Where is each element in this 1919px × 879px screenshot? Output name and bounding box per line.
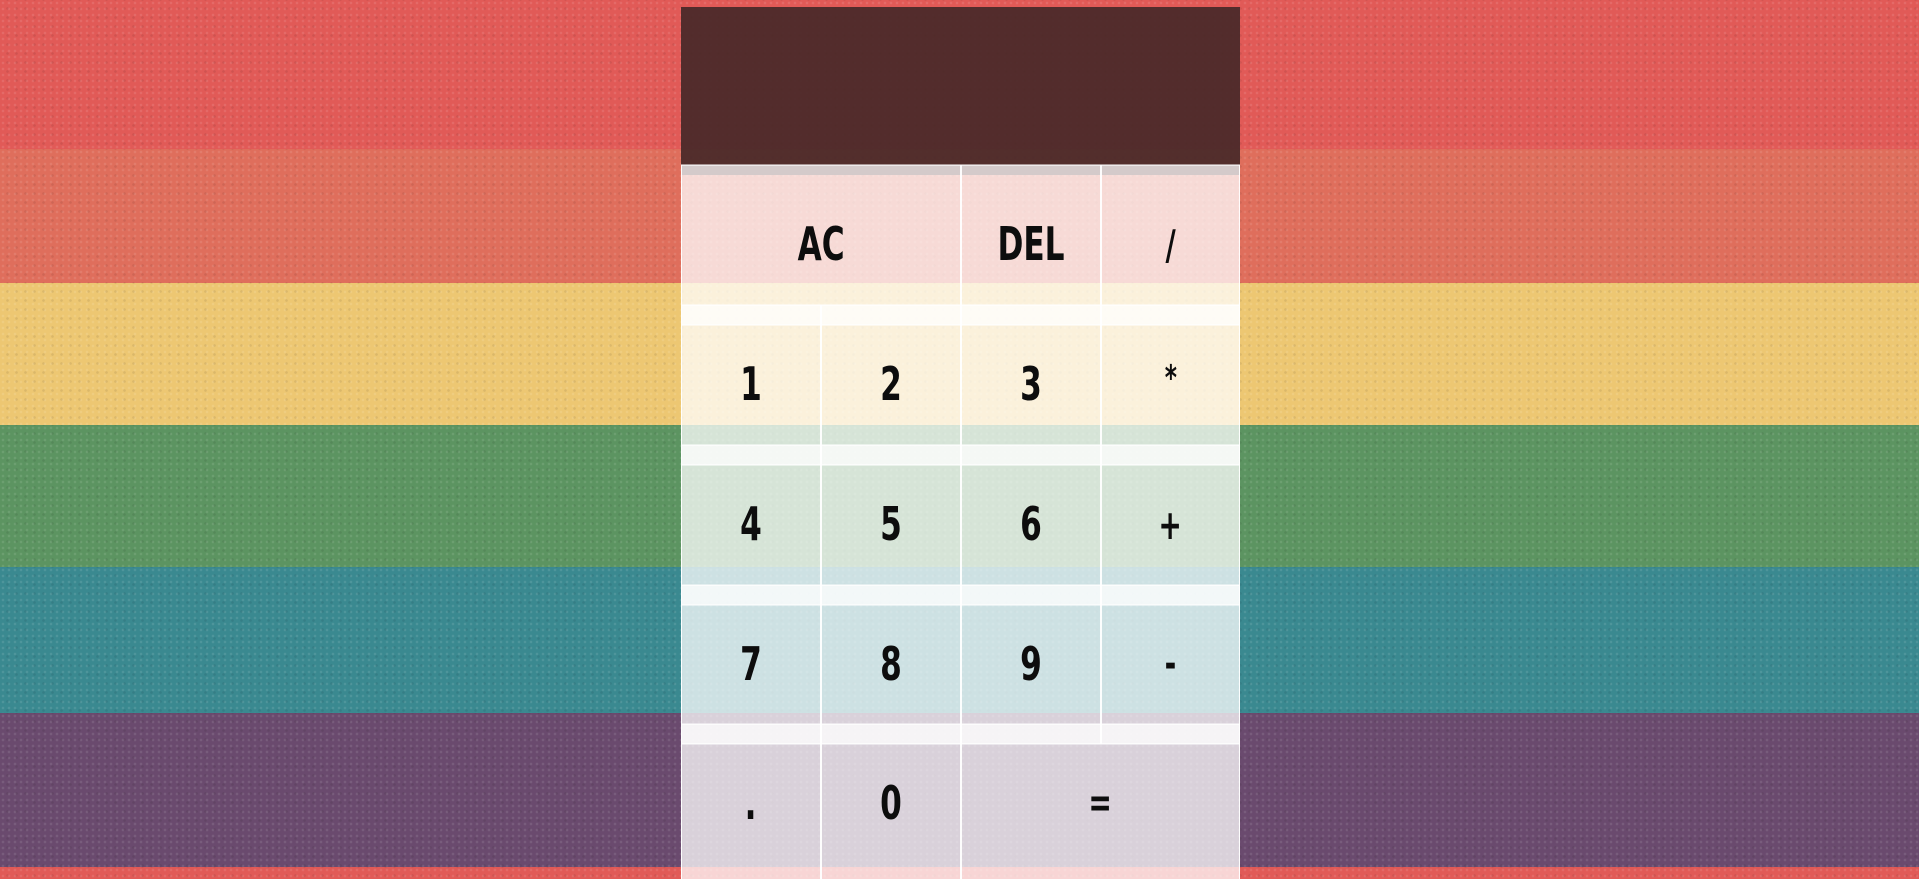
- digit-3-button[interactable]: 3: [961, 304, 1101, 466]
- digit-5-button[interactable]: 5: [821, 444, 961, 606]
- calculator-grid: AC DEL / 1 2 3 * 4 5 6 + 7 8 9 - . 0 =: [681, 7, 1240, 879]
- digit-6-label: 6: [1020, 498, 1042, 552]
- digit-7-button[interactable]: 7: [681, 584, 821, 745]
- digit-0-button[interactable]: 0: [821, 723, 961, 879]
- minus-label: -: [1164, 640, 1177, 689]
- digit-6-button[interactable]: 6: [961, 444, 1101, 606]
- delete-button[interactable]: DEL: [961, 164, 1101, 326]
- digit-1-button[interactable]: 1: [681, 304, 821, 466]
- digit-4-label: 4: [740, 498, 762, 552]
- digit-7-label: 7: [740, 638, 762, 691]
- digit-5-label: 5: [880, 498, 902, 552]
- plus-label: +: [1158, 501, 1183, 549]
- divide-label: /: [1165, 221, 1176, 269]
- multiply-label: *: [1164, 357, 1177, 399]
- digit-9-button[interactable]: 9: [961, 584, 1101, 745]
- plus-button[interactable]: +: [1101, 444, 1240, 606]
- digit-1-label: 1: [740, 358, 762, 412]
- digit-2-label: 2: [880, 358, 902, 412]
- equals-button[interactable]: =: [961, 723, 1240, 879]
- digit-3-label: 3: [1020, 358, 1042, 412]
- digit-9-label: 9: [1020, 638, 1042, 691]
- divide-button[interactable]: /: [1101, 164, 1240, 326]
- decimal-point-button[interactable]: .: [681, 723, 821, 879]
- all-clear-button[interactable]: AC: [681, 164, 961, 326]
- multiply-button[interactable]: *: [1101, 304, 1240, 466]
- minus-button[interactable]: -: [1101, 584, 1240, 745]
- digit-0-label: 0: [880, 777, 902, 830]
- digit-8-label: 8: [880, 638, 902, 691]
- all-clear-label: AC: [797, 218, 845, 272]
- equals-label: =: [1088, 779, 1113, 828]
- calculator-display: [681, 7, 1240, 175]
- digit-4-button[interactable]: 4: [681, 444, 821, 606]
- decimal-point-label: .: [745, 777, 757, 830]
- digit-2-button[interactable]: 2: [821, 304, 961, 466]
- digit-8-button[interactable]: 8: [821, 584, 961, 745]
- delete-label: DEL: [997, 218, 1065, 272]
